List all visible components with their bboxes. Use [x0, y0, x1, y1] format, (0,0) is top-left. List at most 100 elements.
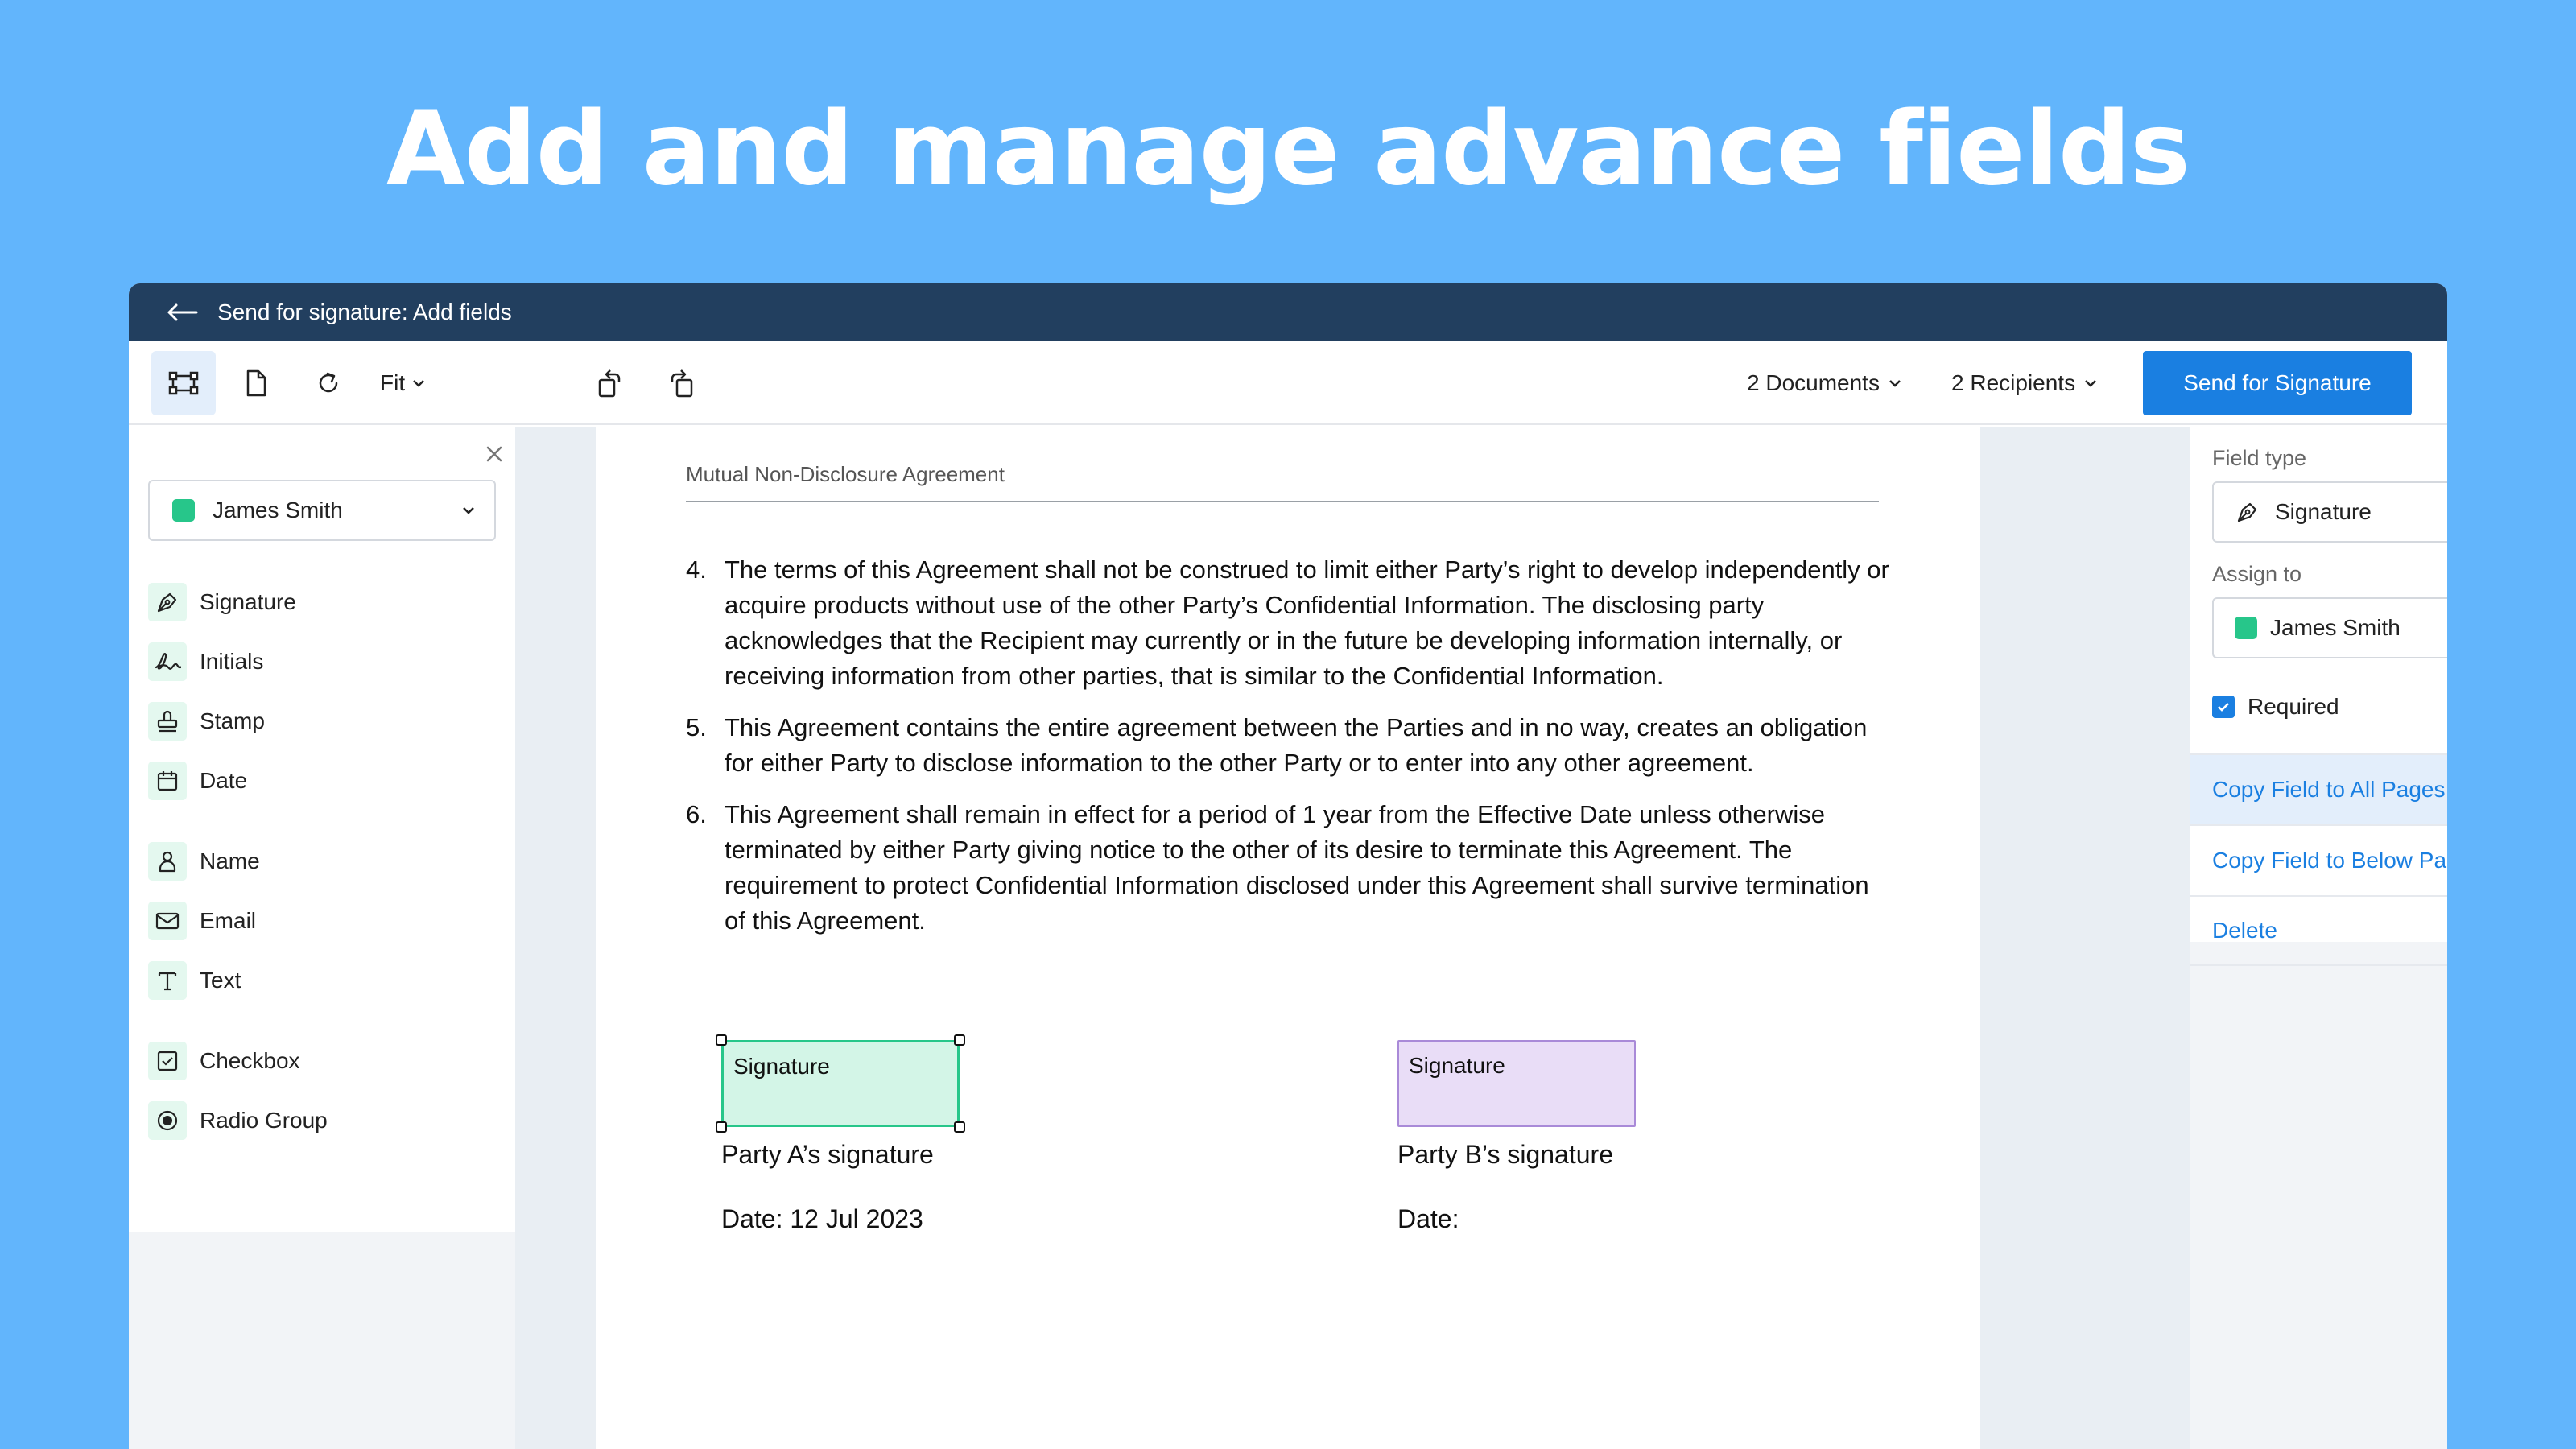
documents-label: 2 Documents: [1747, 370, 1880, 395]
field-tool-name[interactable]: Name: [148, 839, 260, 884]
field-tool-label: Initials: [200, 649, 264, 674]
party-b-signature-field[interactable]: Signature: [1397, 1040, 1636, 1127]
chevron-down-icon: [413, 380, 424, 387]
clause-text: The terms of this Agreement shall not be…: [724, 555, 1889, 690]
send-for-signature-button[interactable]: Send for Signature: [2143, 351, 2412, 415]
toolbar: Fit 2 Documents 2 Recipients Send for Si…: [129, 341, 2447, 425]
rotate-right-button[interactable]: [649, 351, 713, 415]
recipients-label: 2 Recipients: [1951, 370, 2076, 395]
page-title: Send for signature: Add fields: [217, 299, 512, 324]
text-icon: [148, 961, 187, 1000]
field-tool-label: Radio Group: [200, 1108, 328, 1133]
field-tool-email[interactable]: Email: [148, 898, 256, 943]
select-tool-button[interactable]: [151, 351, 216, 415]
pen-nib-icon: [2233, 500, 2262, 524]
party-a-caption: Party A’s signature: [721, 1140, 934, 1169]
resize-handle[interactable]: [716, 1121, 727, 1133]
field-tool-date[interactable]: Date: [148, 758, 247, 803]
field-tool-label: Text: [200, 968, 242, 993]
signature-field-label: Signature: [733, 1054, 830, 1079]
document-header: Mutual Non-Disclosure Agreement: [686, 462, 1005, 486]
checkbox-icon: [148, 1042, 187, 1080]
documents-dropdown[interactable]: 2 Documents: [1747, 351, 1902, 415]
delete-field-button[interactable]: Delete: [2190, 895, 2447, 966]
field-tool-text[interactable]: Text: [148, 958, 241, 1003]
header-divider: [686, 501, 1879, 502]
field-tool-label: Name: [200, 848, 260, 873]
required-checkbox[interactable]: Required: [2212, 694, 2339, 720]
rotate-right-icon: [671, 369, 693, 398]
resize-handle[interactable]: [954, 1121, 965, 1133]
chevron-down-icon: [463, 507, 474, 514]
checkmark-icon: [2212, 696, 2235, 718]
field-tool-label: Checkbox: [200, 1048, 300, 1073]
assign-to-select[interactable]: James Smith: [2212, 597, 2447, 658]
initials-icon: [148, 642, 187, 681]
field-tool-label: Email: [200, 908, 257, 933]
stamp-icon: [148, 702, 187, 741]
clause-item: 4. The terms of this Agreement shall not…: [686, 552, 1893, 694]
zoom-fit-label: Fit: [380, 370, 406, 395]
resize-handle[interactable]: [954, 1034, 965, 1046]
rotate-icon: [319, 372, 338, 393]
party-a-signature-field[interactable]: Signature: [716, 1034, 965, 1133]
field-list: James Smith Signature Initials Stamp Dat…: [129, 427, 515, 1232]
field-properties: Field type Signature Assign to James Smi…: [2190, 427, 2447, 966]
clause-item: 6. This Agreement shall remain in effect…: [686, 797, 1893, 939]
field-tool-label: Stamp: [200, 708, 265, 733]
envelope-icon: [148, 902, 187, 940]
recipients-dropdown[interactable]: 2 Recipients: [1951, 351, 2098, 415]
back-arrow-icon[interactable]: [166, 300, 198, 324]
pen-nib-icon: [148, 583, 187, 621]
field-type-value: Signature: [2275, 499, 2372, 524]
chevron-down-icon: [1889, 380, 1901, 387]
clause-number: 6.: [686, 800, 707, 828]
field-tool-radio-group[interactable]: Radio Group: [148, 1098, 328, 1143]
field-type-select[interactable]: Signature: [2212, 481, 2447, 543]
document-canvas: Mutual Non-Disclosure Agreement 4. The t…: [515, 427, 2190, 1449]
app-window: Send for signature: Add fields Fit 2 Doc…: [129, 283, 2447, 1449]
field-tool-initials[interactable]: Initials: [148, 639, 263, 684]
clause-text: This Agreement shall remain in effect fo…: [724, 800, 1869, 935]
document-icon: [246, 369, 266, 397]
page-button[interactable]: [224, 351, 288, 415]
select-frame-icon: [168, 371, 199, 395]
recipient-name: James Smith: [213, 497, 343, 522]
required-label: Required: [2248, 694, 2339, 719]
party-b-date: Date:: [1397, 1204, 1459, 1233]
party-b-caption: Party B’s signature: [1397, 1140, 1613, 1169]
recipient-color-swatch: [172, 499, 195, 522]
copy-to-all-pages-button[interactable]: Copy Field to All Pages: [2190, 753, 2447, 824]
signature-field-label: Signature: [1409, 1053, 1505, 1078]
document-page[interactable]: Mutual Non-Disclosure Agreement 4. The t…: [596, 427, 1980, 1449]
party-a-date: Date: 12 Jul 2023: [721, 1204, 923, 1233]
clause-text: This Agreement contains the entire agree…: [724, 713, 1868, 777]
field-type-label: Field type: [2212, 446, 2307, 470]
assign-to-label: Assign to: [2212, 562, 2302, 586]
clause-list: 4. The terms of this Agreement shall not…: [686, 552, 1893, 955]
radio-icon: [148, 1101, 187, 1140]
recipient-select[interactable]: James Smith: [148, 480, 496, 541]
field-tool-checkbox[interactable]: Checkbox: [148, 1038, 300, 1084]
field-tool-label: Signature: [200, 589, 296, 614]
resize-handle[interactable]: [716, 1034, 727, 1046]
properties-panel: Field type Signature Assign to James Smi…: [2190, 427, 2447, 1449]
assign-to-value: James Smith: [2270, 615, 2401, 640]
field-tool-signature[interactable]: Signature: [148, 580, 296, 625]
refresh-button[interactable]: [296, 351, 361, 415]
clause-item: 5. This Agreement contains the entire ag…: [686, 710, 1893, 781]
rotate-left-icon: [598, 369, 621, 398]
zoom-fit-dropdown[interactable]: Fit: [380, 351, 426, 415]
copy-to-below-pages-button[interactable]: Copy Field to Below Pages: [2190, 824, 2447, 895]
person-icon: [148, 842, 187, 881]
assignee-color-swatch: [2235, 617, 2257, 639]
chevron-down-icon: [2085, 380, 2096, 387]
calendar-icon: [148, 762, 187, 800]
close-icon[interactable]: [478, 438, 510, 470]
field-panel: James Smith Signature Initials Stamp Dat…: [129, 427, 515, 1449]
field-tool-label: Date: [200, 768, 248, 793]
field-tool-stamp[interactable]: Stamp: [148, 699, 265, 744]
clause-number: 4.: [686, 555, 707, 584]
clause-number: 5.: [686, 713, 707, 741]
rotate-left-button[interactable]: [578, 351, 642, 415]
